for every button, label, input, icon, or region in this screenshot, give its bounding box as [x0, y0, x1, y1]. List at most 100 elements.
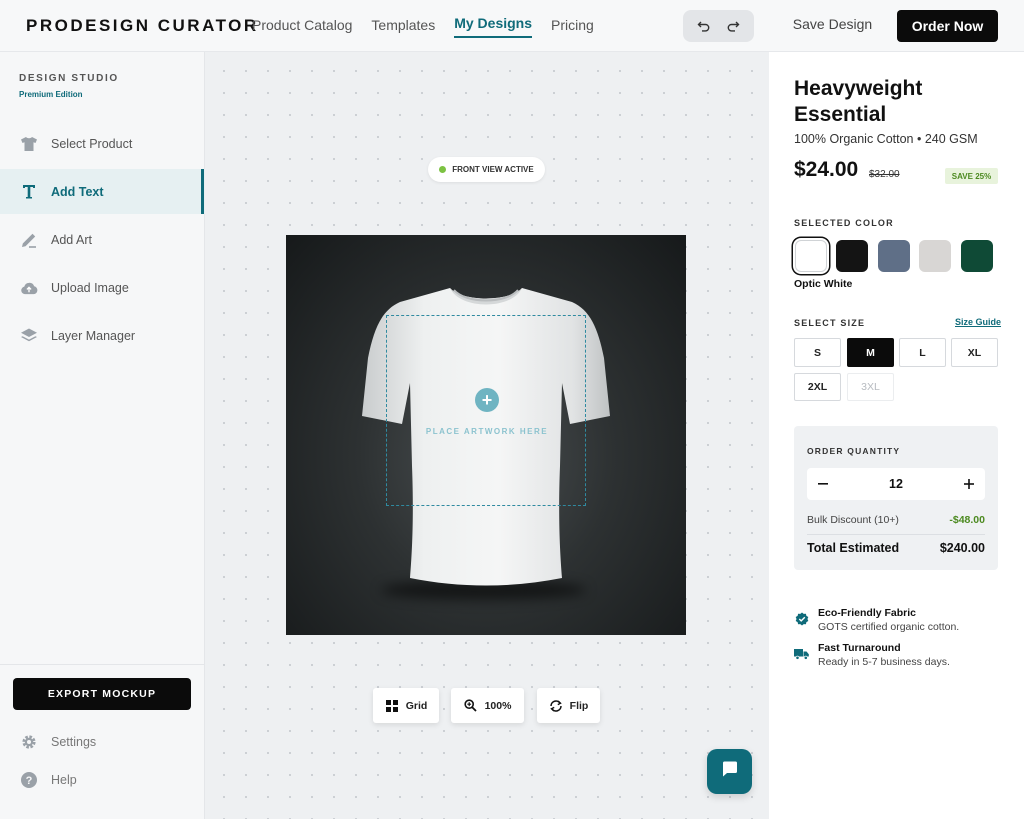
size-option-xl[interactable]: XL — [951, 338, 998, 367]
design-canvas[interactable]: FRONT VIEW ACTIVE + PLACE ARTWORK HERE G… — [205, 52, 769, 819]
export-mockup-button[interactable]: EXPORT MOCKUP — [13, 678, 191, 710]
print-area[interactable]: + PLACE ARTWORK HERE — [386, 315, 586, 506]
gear-icon — [20, 733, 38, 751]
shirt-icon — [20, 135, 38, 153]
help-icon: ? — [20, 771, 38, 789]
color-section-label: SELECTED COLOR — [794, 218, 894, 228]
save-design-button[interactable]: Save Design — [780, 16, 885, 32]
history-controls — [683, 10, 754, 42]
color-swatch-black[interactable] — [836, 240, 868, 272]
quantity-label: ORDER QUANTITY — [807, 446, 901, 456]
sidebar-item-label: Select Product — [51, 136, 133, 151]
flip-label: Flip — [569, 699, 589, 712]
layers-icon — [20, 327, 38, 345]
chat-button[interactable] — [707, 749, 752, 794]
total-value: $240.00 — [939, 541, 985, 555]
color-swatch-light-grey[interactable] — [919, 240, 951, 272]
decrease-quantity-button[interactable] — [807, 468, 839, 500]
sidebar-divider — [0, 664, 204, 665]
left-sidebar: DESIGN STUDIO Premium Edition Select Pro… — [0, 52, 205, 819]
settings-label: Settings — [51, 735, 97, 749]
original-price: $32.00 — [869, 169, 900, 180]
size-option-2xl[interactable]: 2XL — [794, 373, 841, 401]
color-swatch-white[interactable] — [795, 240, 827, 272]
order-now-button[interactable]: Order Now — [897, 10, 998, 42]
quantity-value[interactable]: 12 — [839, 468, 953, 500]
top-header: PRODESIGN CURATOR Product Catalog Templa… — [0, 0, 1024, 52]
minus-icon — [818, 483, 828, 485]
nav-pricing[interactable]: Pricing — [551, 0, 594, 38]
color-swatch-slate-blue[interactable] — [878, 240, 910, 272]
view-status-badge: FRONT VIEW ACTIVE — [428, 157, 545, 182]
size-section-label: SELECT SIZE — [794, 318, 866, 328]
grid-icon — [385, 699, 399, 713]
redo-icon[interactable] — [723, 16, 743, 36]
nav-product-catalog[interactable]: Product Catalog — [252, 0, 352, 38]
zoom-level: 100% — [484, 699, 512, 712]
sidebar-item-add-art[interactable]: Add Art — [0, 217, 205, 262]
bulk-discount-value: -$48.00 — [949, 514, 985, 526]
sidebar-title: DESIGN STUDIO — [19, 73, 119, 84]
feature-eco-fabric: Eco-Friendly Fabric GOTS certified organ… — [794, 607, 1004, 637]
size-guide-link[interactable]: Size Guide — [955, 317, 1001, 327]
sidebar-item-help[interactable]: ? Help — [20, 770, 77, 790]
verified-badge-icon — [794, 611, 809, 626]
increase-quantity-button[interactable] — [953, 468, 985, 500]
undo-icon[interactable] — [694, 16, 714, 36]
tshirt-mockup: + PLACE ARTWORK HERE — [286, 235, 686, 635]
product-price: $24.00 — [794, 158, 859, 181]
sidebar-item-upload-image[interactable]: Upload Image — [0, 265, 205, 310]
brand-logo[interactable]: PRODESIGN CURATOR — [26, 16, 259, 36]
feature-title: Eco-Friendly Fabric — [818, 607, 917, 619]
total-label: Total Estimated — [807, 541, 900, 555]
flip-icon — [549, 699, 563, 713]
sidebar-item-label: Upload Image — [51, 280, 129, 295]
feature-fast-turnaround: Fast Turnaround Ready in 5-7 business da… — [794, 642, 1004, 672]
feature-description: Ready in 5-7 business days. — [818, 656, 950, 668]
summary-divider — [807, 534, 985, 535]
status-dot — [439, 166, 447, 173]
print-area-label: PLACE ARTWORK HERE — [425, 427, 549, 436]
add-artwork-icon[interactable]: + — [475, 388, 499, 412]
text-icon — [20, 183, 38, 201]
sidebar-item-label: Add Text — [51, 184, 104, 199]
sidebar-subtitle: Premium Edition — [19, 90, 83, 99]
sidebar-item-add-text[interactable]: Add Text — [0, 169, 205, 214]
nav-templates[interactable]: Templates — [371, 0, 435, 38]
grid-toggle-button[interactable]: Grid — [373, 688, 439, 723]
brush-icon — [20, 231, 38, 249]
bulk-discount-label: Bulk Discount (10+) — [807, 514, 899, 526]
size-option-l[interactable]: L — [899, 338, 946, 367]
truck-icon — [794, 646, 809, 661]
product-name: Heavyweight Essential — [794, 77, 923, 126]
view-status-label: FRONT VIEW ACTIVE — [452, 165, 534, 174]
grid-label: Grid — [405, 699, 428, 712]
size-option-3xl: 3XL — [847, 373, 894, 401]
sidebar-item-select-product[interactable]: Select Product — [0, 121, 205, 166]
selected-color-name: Optic White — [794, 278, 853, 290]
sidebar-item-label: Add Art — [51, 232, 92, 247]
sidebar-item-layer-manager[interactable]: Layer Manager — [0, 313, 205, 358]
main-nav: Product Catalog Templates My Designs Pri… — [252, 0, 594, 52]
plus-icon — [964, 479, 974, 489]
chat-icon — [721, 760, 739, 783]
discount-badge: SAVE 25% — [945, 168, 998, 184]
svg-text:?: ? — [26, 775, 33, 787]
zoom-icon — [464, 699, 478, 713]
quantity-stepper: 12 — [807, 468, 985, 500]
color-swatch-forest-green[interactable] — [961, 240, 993, 272]
size-option-m[interactable]: M — [847, 338, 894, 367]
product-material: 100% Organic Cotton • 240 GSM — [794, 132, 978, 146]
size-option-s[interactable]: S — [794, 338, 841, 367]
feature-description: GOTS certified organic cotton. — [818, 621, 960, 633]
feature-title: Fast Turnaround — [818, 642, 901, 654]
cloud-upload-icon — [20, 279, 38, 297]
product-panel: Heavyweight Essential 100% Organic Cotto… — [769, 52, 1024, 819]
order-summary: ORDER QUANTITY 12 Bulk Discount (10+) -$… — [794, 426, 998, 570]
flip-button[interactable]: Flip — [537, 688, 600, 723]
nav-my-designs[interactable]: My Designs — [454, 0, 533, 38]
sidebar-item-settings[interactable]: Settings — [20, 732, 96, 752]
help-label: Help — [51, 773, 77, 787]
sidebar-item-label: Layer Manager — [51, 328, 136, 343]
zoom-button[interactable]: 100% — [451, 688, 524, 723]
